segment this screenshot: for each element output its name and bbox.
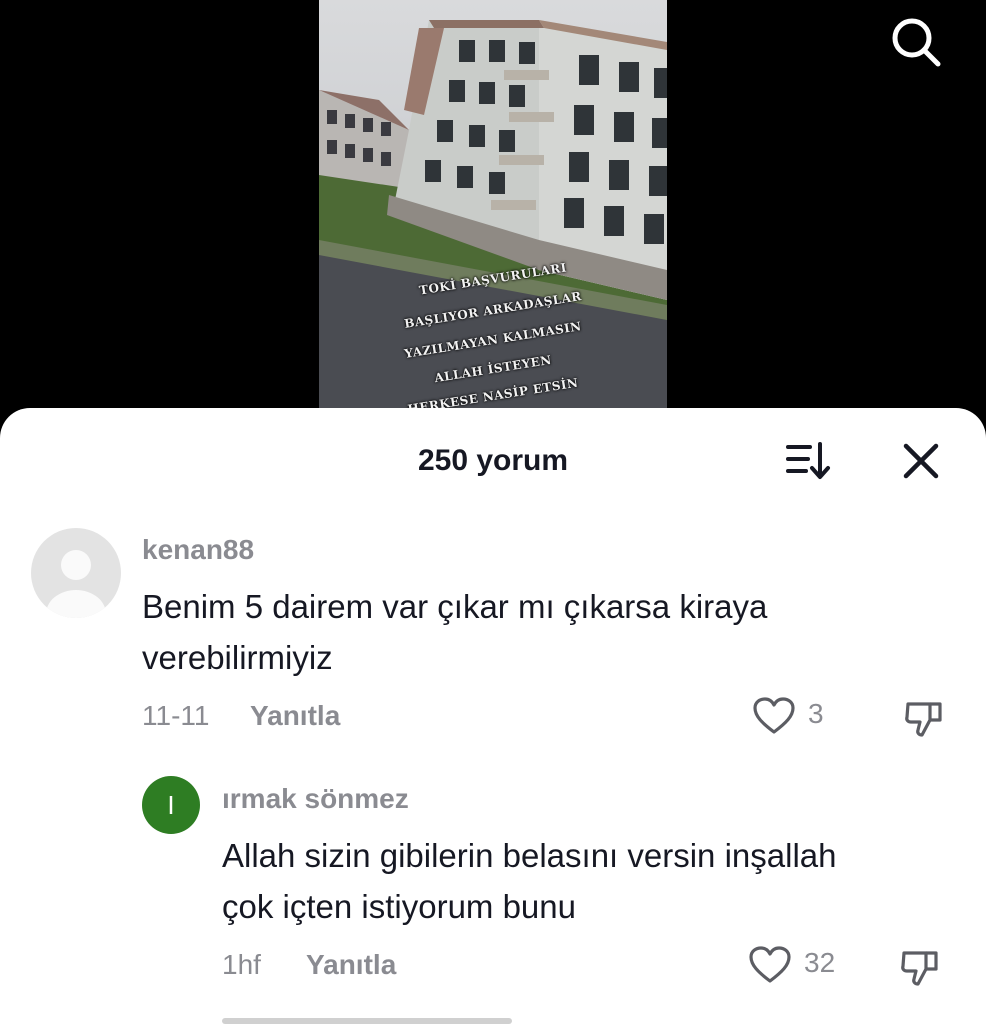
comment-text-line: çok içten istiyorum bunu bbox=[222, 888, 576, 925]
reply-button[interactable]: Yanıtla bbox=[306, 949, 396, 981]
like-button[interactable]: 32 bbox=[748, 945, 844, 985]
comment-text: Benim 5 dairem var çıkar mı çıkarsa kira… bbox=[142, 581, 767, 683]
reply-button[interactable]: Yanıtla bbox=[250, 700, 340, 732]
comment-text-line: Benim 5 dairem var çıkar mı çıkarsa kira… bbox=[142, 588, 768, 625]
heart-icon bbox=[749, 946, 791, 983]
dislike-button[interactable] bbox=[902, 696, 946, 740]
comment-text-line: Allah sizin gibilerin belasını versin in… bbox=[222, 837, 837, 874]
comment-username[interactable]: kenan88 bbox=[142, 534, 254, 566]
comment-text-line: verebilirmiyiz bbox=[142, 639, 333, 676]
thumbs-down-icon bbox=[901, 951, 938, 986]
like-count: 32 bbox=[804, 947, 836, 978]
close-icon bbox=[903, 443, 939, 479]
comments-sheet: 250 yorum kenan88 Benim 5 dairem var çık… bbox=[0, 408, 986, 1024]
avatar[interactable] bbox=[31, 528, 121, 618]
dislike-button[interactable] bbox=[898, 945, 942, 989]
comment-date: 1hf bbox=[222, 949, 261, 980]
search-icon bbox=[892, 18, 941, 67]
close-button[interactable] bbox=[898, 438, 944, 484]
search-button[interactable] bbox=[888, 14, 944, 70]
heart-icon bbox=[753, 697, 795, 734]
comment-date: 11-11 bbox=[142, 700, 210, 731]
sort-icon bbox=[786, 442, 830, 479]
comment-text: Allah sizin gibilerin belasını versin in… bbox=[222, 830, 836, 932]
sort-button[interactable] bbox=[784, 438, 836, 484]
like-button[interactable]: 3 bbox=[752, 696, 832, 736]
avatar[interactable]: I bbox=[142, 776, 200, 834]
default-avatar-icon bbox=[46, 550, 106, 618]
like-count: 3 bbox=[808, 698, 824, 729]
next-comment-peek bbox=[222, 1018, 512, 1024]
video-frame[interactable]: TOKİ BAŞVURULARI BAŞLIYOR ARKADAŞLAR YAZ… bbox=[319, 0, 667, 408]
thumbs-down-icon bbox=[905, 702, 942, 737]
comment-username[interactable]: ırmak sönmez bbox=[222, 783, 409, 815]
video-area[interactable]: TOKİ BAŞVURULARI BAŞLIYOR ARKADAŞLAR YAZ… bbox=[0, 0, 986, 430]
comments-count-title: 250 yorum bbox=[417, 444, 569, 477]
